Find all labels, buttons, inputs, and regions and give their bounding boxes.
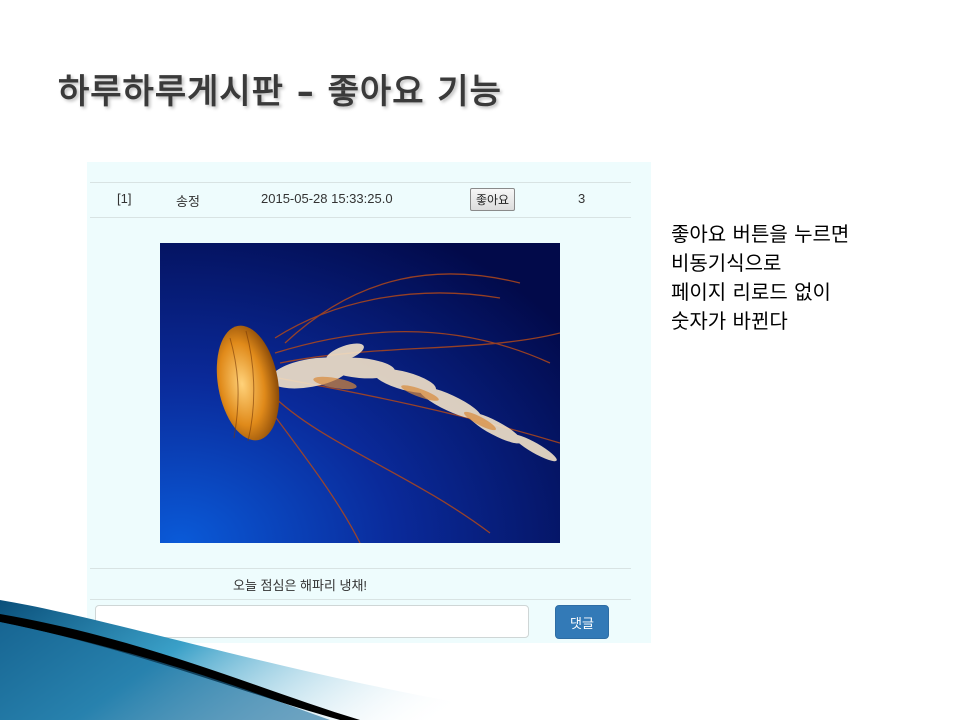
jellyfish-photo <box>160 243 560 543</box>
note-line: 비동기식으로 <box>671 251 782 275</box>
post-board: [1] 송정 2015-05-28 15:33:25.0 좋아요 3 오늘 점심… <box>87 162 651 643</box>
slide-title: 하루하루게시판 – 좋아요 기능 <box>58 72 502 112</box>
note-line: 숫자가 바뀐다 <box>671 309 788 333</box>
note-line: 페이지 리로드 없이 <box>671 280 831 304</box>
post-number: [1] <box>117 191 132 206</box>
post-author: 송정 <box>176 194 200 209</box>
note-line: 좋아요 버튼을 누르면 <box>671 222 850 246</box>
like-count: 3 <box>578 191 586 206</box>
explanation-note: 좋아요 버튼을 누르면 비동기식으로 페이지 리로드 없이 숫자가 바뀐다 <box>671 220 849 336</box>
like-button[interactable]: 좋아요 <box>470 188 515 211</box>
row-divider <box>90 182 631 183</box>
post-caption: 오늘 점심은 해파리 냉채! <box>233 578 368 593</box>
row-divider <box>90 217 631 218</box>
post-timestamp: 2015-05-28 15:33:25.0 <box>261 191 393 206</box>
row-divider <box>90 568 631 569</box>
blue-swoosh-decoration <box>0 600 560 720</box>
